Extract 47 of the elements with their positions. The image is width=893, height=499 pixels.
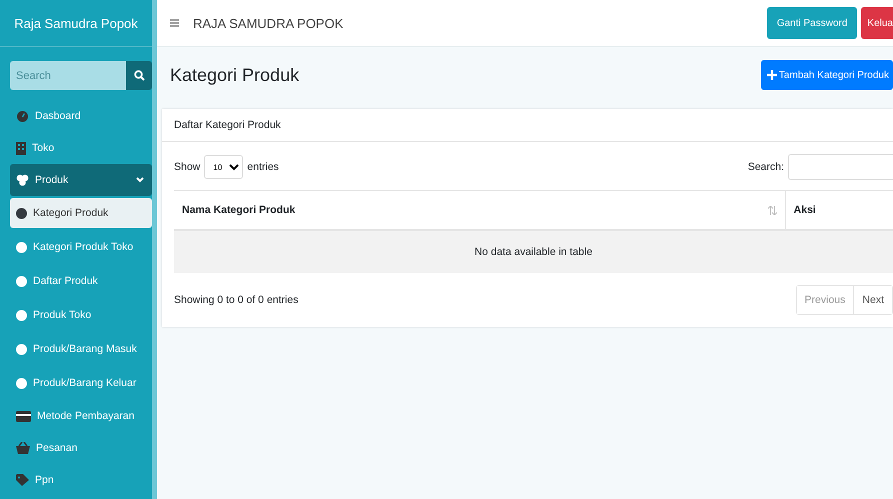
submenu-item[interactable]: Produk/Barang Keluar	[10, 366, 152, 400]
circle-icon	[16, 378, 27, 388]
menu-icon[interactable]	[170, 19, 179, 27]
sidebar-item[interactable]: Ppn	[10, 464, 152, 496]
add-category-button[interactable]: Tambah Kategori Produk	[760, 60, 893, 90]
page-title: Kategori Produk	[170, 64, 300, 86]
circle-icon	[16, 208, 27, 218]
submenu-item[interactable]: Daftar Produk	[10, 264, 152, 298]
sidebar-item[interactable]: Pesanan	[10, 432, 152, 464]
table-search-field[interactable]	[788, 154, 893, 180]
length-label: entries	[247, 161, 279, 173]
menu-group[interactable]: Produk	[10, 164, 152, 196]
circle-icon	[16, 242, 27, 252]
brand-title: Raja Samudra Popok	[0, 0, 152, 47]
submenu-item[interactable]: Produk Toko	[10, 298, 152, 332]
dashboard-icon	[16, 110, 29, 122]
circle-icon	[16, 276, 27, 286]
table-info: Showing 0 to 0 of 0 entries	[174, 294, 298, 306]
page-link[interactable]: Next	[853, 286, 892, 314]
length-label: Show	[174, 161, 200, 173]
column-label: Aksi	[794, 204, 816, 216]
circle-icon	[16, 310, 27, 320]
change-password-button[interactable]: Ganti Password	[766, 7, 858, 39]
entries-select[interactable]: 10	[204, 155, 244, 179]
basket-icon	[16, 442, 30, 454]
card-title: Daftar Kategori Produk	[162, 109, 893, 142]
app-title: RAJA SAMUDRA POPOK	[193, 16, 344, 30]
card-icon	[16, 410, 31, 422]
submenu-item[interactable]: Produk/Barang Masuk	[10, 332, 152, 366]
search-label: Search:	[748, 161, 784, 173]
chevron-icon	[136, 177, 144, 183]
submenu-item[interactable]: Kategori Produk Toko	[10, 230, 152, 264]
search-icon	[134, 70, 144, 81]
sidebar-item[interactable]: Toko	[10, 132, 152, 164]
sidebar-item[interactable]: Metode Pembayaran	[10, 400, 152, 432]
empty-table-message: No data available in table	[174, 230, 893, 273]
cubes-icon	[16, 174, 29, 186]
circle-icon	[16, 344, 27, 354]
search-button[interactable]	[126, 61, 152, 90]
tag-icon	[16, 474, 29, 486]
search-field[interactable]: Search	[10, 61, 126, 90]
column-label: Nama Kategori Produk	[182, 204, 296, 216]
plus-icon	[766, 70, 777, 80]
submenu-item[interactable]: Kategori Produk	[10, 198, 152, 228]
sidebar-item[interactable]: Dasboard	[10, 100, 152, 132]
logout-button[interactable]: Kelua	[861, 7, 893, 39]
building-icon	[16, 142, 26, 154]
